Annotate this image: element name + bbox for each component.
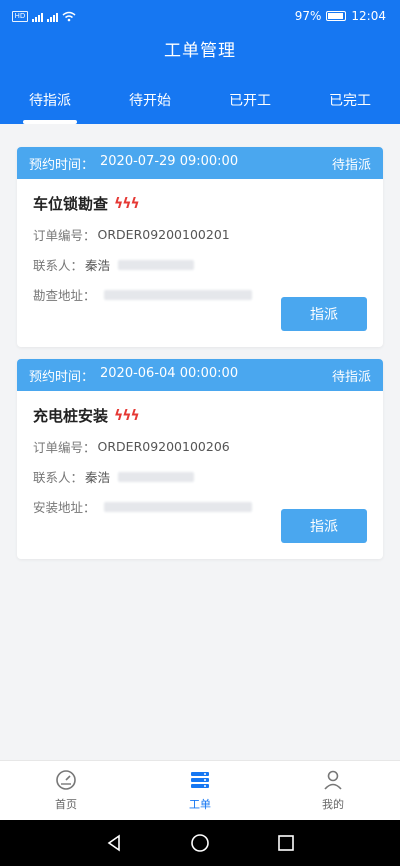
service-name: 充电桩安装 [33,407,109,425]
redacted-phone [118,259,195,270]
app-header: HD 97% 12:04 工单管理 待指派 待开始 已开工 已完工 [0,0,400,124]
person-icon [320,767,346,793]
signal-icon [32,11,43,22]
appointment-time: 预约时间： 2020-07-29 09:00:00 [29,154,238,173]
tab-pending-start[interactable]: 待开始 [110,82,190,124]
assign-button[interactable]: 指派 [281,509,367,543]
contact-row: 联系人： 秦浩 [33,467,367,486]
order-number: ORDER09200100201 [97,227,230,242]
status-bar: HD 97% 12:04 [0,0,400,32]
dashboard-icon [53,767,79,793]
order-number-row: 订单编号： ORDER09200100201 [33,225,367,244]
appointment-time-value: 2020-06-04 00:00:00 [100,365,239,381]
appointment-time-label: 预约时间： [29,157,95,173]
contact-label: 联系人： [33,258,84,273]
recents-icon[interactable] [276,833,296,853]
nav-home-label: 首页 [55,798,77,811]
nav-home[interactable]: 首页 [26,767,106,812]
appointment-time-value: 2020-07-29 09:00:00 [100,153,239,169]
wifi-icon [62,11,76,21]
contact-label: 联系人： [33,470,84,485]
home-icon[interactable] [190,833,210,853]
contact-name: 秦浩 [85,258,111,273]
system-nav-bar [0,820,400,866]
contact-row: 联系人： 秦浩 [33,255,367,274]
bottom-nav: 首页 工单 我的 [0,760,400,820]
contact-name: 秦浩 [85,470,111,485]
nav-orders-label: 工单 [189,798,211,811]
list-icon [187,767,213,793]
redacted-address [103,501,252,512]
order-card-body: 车位锁勘查 ϟϟϟ 订单编号： ORDER09200100201 联系人： 秦浩… [17,179,383,347]
battery-icon [326,11,347,21]
status-right: 97% 12:04 [295,9,386,23]
lightning-icon: ϟϟϟ [114,407,140,424]
nav-profile-label: 我的 [322,798,344,811]
redacted-phone [118,471,195,482]
service-title: 车位锁勘查 ϟϟϟ [33,193,367,214]
nav-orders[interactable]: 工单 [160,767,240,812]
battery-percent: 97% [294,9,322,23]
order-number-label: 订单编号： [33,440,96,455]
order-card-body: 充电桩安装 ϟϟϟ 订单编号： ORDER09200100206 联系人： 秦浩… [17,391,383,559]
back-icon[interactable] [104,833,124,853]
address-label: 安装地址： [33,500,96,515]
clock: 12:04 [351,9,386,23]
status-left: HD [12,10,76,22]
appointment-time: 预约时间： 2020-06-04 00:00:00 [29,366,238,385]
nav-profile[interactable]: 我的 [293,767,373,812]
order-number-row: 订单编号： ORDER09200100206 [33,437,367,456]
tab-in-progress[interactable]: 已开工 [210,82,290,124]
service-title: 充电桩安装 ϟϟϟ [33,405,367,426]
order-card-header: 预约时间： 2020-06-04 00:00:00 待指派 [17,359,383,391]
order-status: 待指派 [331,369,371,385]
tab-completed[interactable]: 已完工 [310,82,390,124]
tab-pending-assign[interactable]: 待指派 [10,82,90,124]
order-card-header: 预约时间： 2020-07-29 09:00:00 待指派 [17,147,383,179]
assign-button[interactable]: 指派 [281,297,367,331]
redacted-address [103,289,252,300]
order-number-label: 订单编号： [33,228,96,243]
order-card: 预约时间： 2020-07-29 09:00:00 待指派 车位锁勘查 ϟϟϟ … [17,147,383,347]
address-label: 勘查地址： [33,288,96,303]
order-card: 预约时间： 2020-06-04 00:00:00 待指派 充电桩安装 ϟϟϟ … [17,359,383,559]
order-number: ORDER09200100206 [97,439,230,454]
sim-icon: HD [12,10,28,22]
status-tabs: 待指派 待开始 已开工 已完工 [0,82,400,124]
lightning-icon: ϟϟϟ [114,195,140,212]
order-status: 待指派 [331,157,371,173]
appointment-time-label: 预约时间： [29,369,95,385]
signal-icon-2 [47,11,58,22]
page-title: 工单管理 [164,41,236,61]
service-name: 车位锁勘查 [33,195,109,213]
